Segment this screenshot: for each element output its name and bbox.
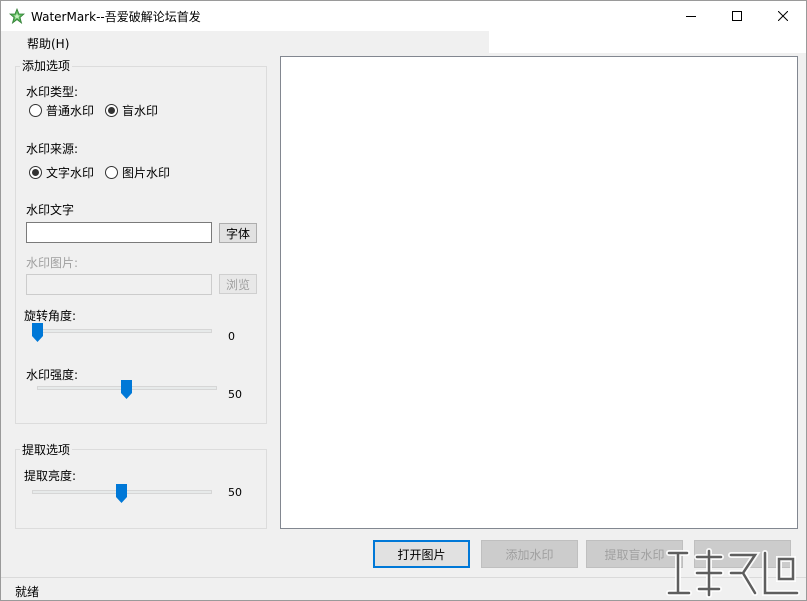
image-preview-area[interactable]	[280, 56, 798, 529]
app-window: WaterMark--吾爱破解论坛首发 帮助(H) 添加选项 水印类型: 普通水…	[0, 0, 807, 601]
close-icon	[778, 11, 788, 21]
radio-normal-watermark[interactable]: 普通水印	[29, 102, 94, 119]
radio-label: 文字水印	[46, 166, 95, 180]
app-star-icon	[9, 8, 25, 24]
window-title: WaterMark--吾爱破解论坛首发	[31, 10, 201, 24]
watermark-image-label: 水印图片:	[26, 256, 79, 270]
menu-bar: 帮助(H)	[1, 31, 489, 53]
menu-help[interactable]: 帮助(H)	[27, 35, 69, 52]
radio-image-watermark[interactable]: 图片水印	[105, 164, 170, 181]
open-image-button[interactable]: 打开图片	[373, 540, 470, 568]
title-bar: WaterMark--吾爱破解论坛首发	[1, 1, 806, 31]
brightness-value: 50	[228, 486, 242, 499]
rotate-angle-label: 旋转角度:	[24, 309, 77, 323]
strength-slider-thumb[interactable]	[121, 380, 132, 399]
extract-options-title: 提取选项	[20, 441, 73, 458]
minimize-button[interactable]	[668, 1, 714, 31]
strength-label: 水印强度:	[26, 368, 79, 382]
radio-label: 普通水印	[46, 104, 95, 118]
radio-circle-checked	[29, 166, 42, 179]
radio-label: 图片水印	[122, 166, 171, 180]
watermark-image-input[interactable]	[26, 274, 212, 295]
brightness-slider-thumb[interactable]	[116, 484, 127, 503]
radio-circle	[29, 104, 42, 117]
font-button[interactable]: 字体	[219, 223, 257, 243]
add-watermark-button[interactable]: 添加水印	[481, 540, 578, 568]
add-options-title: 添加选项	[20, 57, 73, 74]
rotate-value: 0	[228, 330, 235, 343]
watermark-text-input[interactable]	[26, 222, 212, 243]
maximize-button[interactable]	[714, 1, 760, 31]
brightness-label: 提取亮度:	[24, 469, 77, 483]
watermark-type-label: 水印类型:	[26, 85, 79, 99]
radio-text-watermark[interactable]: 文字水印	[29, 164, 94, 181]
close-button[interactable]	[760, 1, 806, 31]
radio-circle-checked	[105, 104, 118, 117]
rotate-slider-track[interactable]	[32, 329, 212, 333]
radio-circle	[105, 166, 118, 179]
watermark-text-label: 水印文字	[26, 203, 75, 217]
rotate-slider-thumb[interactable]	[32, 323, 43, 342]
radio-blind-watermark[interactable]: 盲水印	[105, 102, 158, 119]
status-text: 就绪	[15, 585, 40, 599]
maximize-icon	[732, 11, 742, 21]
browse-button[interactable]: 浏览	[219, 274, 257, 294]
site-watermark-logo	[666, 548, 800, 598]
menu-bar-blank	[489, 31, 806, 53]
radio-label: 盲水印	[122, 104, 159, 118]
strength-value: 50	[228, 388, 242, 401]
watermark-source-label: 水印来源:	[26, 142, 79, 156]
minimize-icon	[686, 16, 696, 17]
